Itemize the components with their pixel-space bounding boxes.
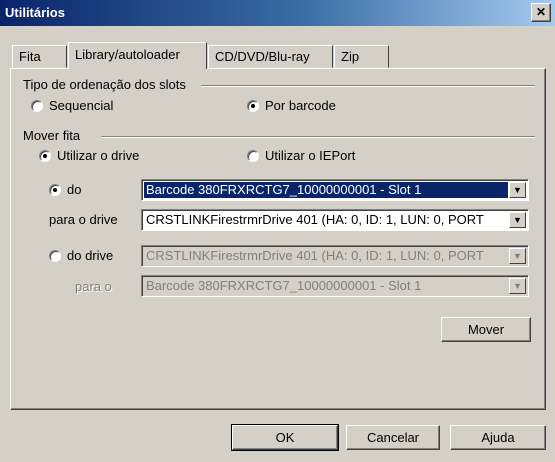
chevron-down-icon[interactable]: ▼ xyxy=(509,212,526,228)
title-bar: Utilitários ✕ xyxy=(0,0,555,26)
to-drive-label: para o drive xyxy=(49,212,118,227)
radio-circle xyxy=(39,149,51,162)
select-value: Barcode 380FRXRCTG7_10000000001 - Slot 1 xyxy=(146,278,422,293)
tab-zip[interactable]: Zip xyxy=(334,45,389,68)
radio-por-barcode[interactable]: Por barcode xyxy=(247,98,336,113)
radio-label: do drive xyxy=(67,248,114,263)
from-drive-select[interactable]: CRSTLINKFirestrmrDrive 401 (HA: 0, ID: 1… xyxy=(141,245,529,267)
radio-circle xyxy=(247,99,259,112)
radio-label: do xyxy=(67,182,82,197)
close-icon: ✕ xyxy=(535,5,547,19)
select-value: CRSTLINKFirestrmrDrive 401 (HA: 0, ID: 1… xyxy=(146,212,484,227)
cancel-button[interactable]: Cancelar xyxy=(346,425,440,450)
ok-button[interactable]: OK xyxy=(231,424,339,451)
chevron-down-icon[interactable]: ▼ xyxy=(509,278,526,294)
group-divider xyxy=(101,136,535,138)
radio-label: Sequencial xyxy=(49,98,114,113)
tab-label: Library/autoloader xyxy=(75,47,180,62)
sort-group-title: Tipo de ordenação dos slots xyxy=(23,77,189,92)
move-group-title: Mover fita xyxy=(23,128,84,143)
to-slot-select[interactable]: Barcode 380FRXRCTG7_10000000001 - Slot 1… xyxy=(141,275,529,297)
group-divider xyxy=(201,85,535,87)
chevron-down-icon[interactable]: ▼ xyxy=(509,248,526,264)
select-value: CRSTLINKFirestrmrDrive 401 (HA: 0, ID: 1… xyxy=(146,248,484,263)
radio-label: Por barcode xyxy=(265,98,336,113)
window-title: Utilitários xyxy=(5,5,65,20)
to-drive-select[interactable]: CRSTLINKFirestrmrDrive 401 (HA: 0, ID: 1… xyxy=(141,209,529,231)
radio-circle xyxy=(31,99,43,112)
from-slot-select[interactable]: Barcode 380FRXRCTG7_10000000001 - Slot 1… xyxy=(141,179,529,201)
radio-sequencial[interactable]: Sequencial xyxy=(31,98,113,113)
tab-label: Fita xyxy=(19,49,41,64)
tab-label: CD/DVD/Blu-ray xyxy=(215,49,310,64)
radio-utilizar-ieport[interactable]: Utilizar o IEPort xyxy=(247,148,355,163)
tab-label: Zip xyxy=(341,49,360,64)
radio-circle xyxy=(49,183,61,196)
close-button[interactable]: ✕ xyxy=(531,3,551,22)
tab-fita[interactable]: Fita xyxy=(12,45,67,68)
chevron-down-icon[interactable]: ▼ xyxy=(509,182,526,198)
radio-label: Utilizar o drive xyxy=(57,148,140,163)
radio-utilizar-drive[interactable]: Utilizar o drive xyxy=(39,148,139,163)
to-slot-label: para o xyxy=(75,279,112,294)
tab-cd-dvd-bluray[interactable]: CD/DVD/Blu-ray xyxy=(208,45,333,68)
radio-circle xyxy=(49,249,61,262)
radio-from-slot[interactable]: do xyxy=(49,182,81,197)
radio-label: Utilizar o IEPort xyxy=(265,148,356,163)
move-button[interactable]: Mover xyxy=(441,317,531,342)
tab-library-autoloader[interactable]: Library/autoloader xyxy=(68,42,207,69)
help-button[interactable]: Ajuda xyxy=(450,425,546,450)
tab-panel-library: Tipo de ordenação dos slots Sequencial P… xyxy=(10,68,546,410)
radio-from-drive[interactable]: do drive xyxy=(49,248,113,263)
radio-circle xyxy=(247,149,259,162)
select-value: Barcode 380FRXRCTG7_10000000001 - Slot 1 xyxy=(144,182,508,198)
